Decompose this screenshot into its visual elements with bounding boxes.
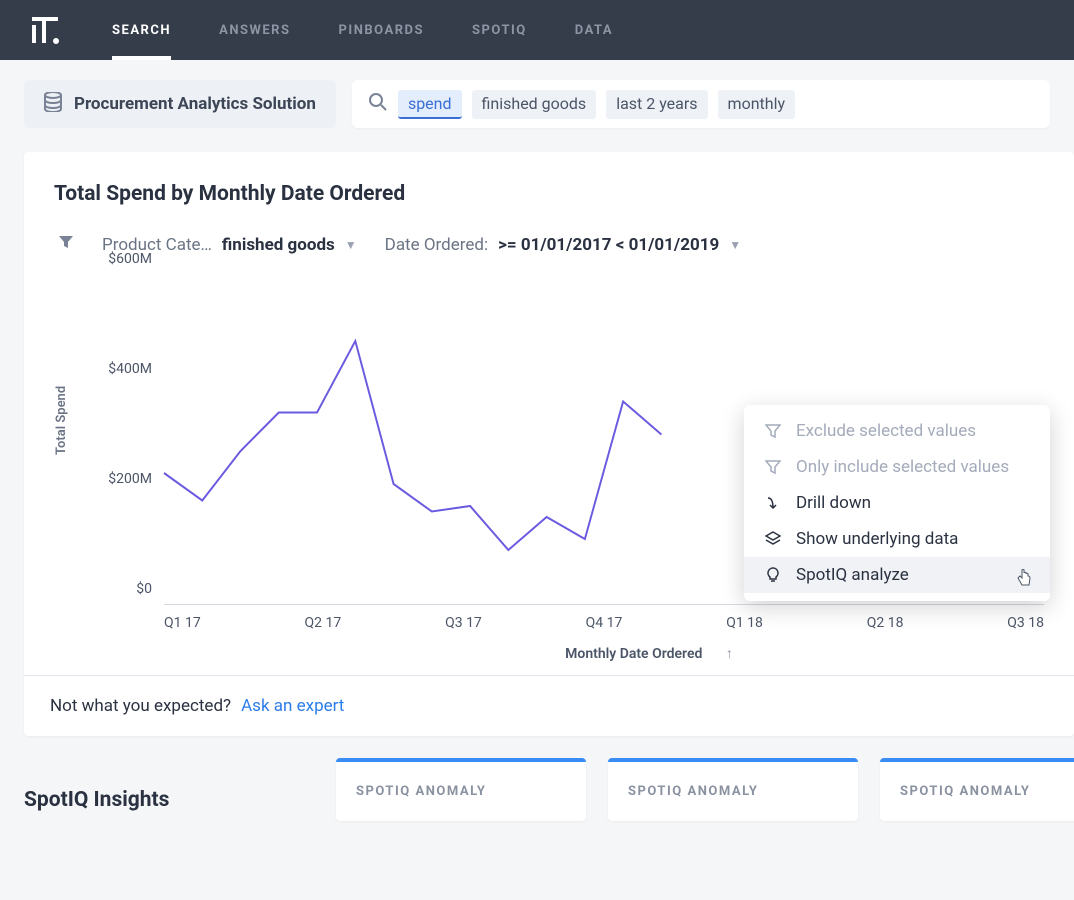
menu-item-label: Show underlying data bbox=[796, 529, 958, 549]
ask-expert-text: Not what you expected? bbox=[50, 696, 231, 716]
chevron-down-icon: ▼ bbox=[345, 238, 357, 252]
insights-title: SpotIQ Insights bbox=[24, 758, 314, 812]
nav-pinboards[interactable]: PINBOARDS bbox=[339, 0, 425, 60]
insight-cards: SPOTIQ ANOMALY SPOTIQ ANOMALY SPOTIQ ANOMA… bbox=[336, 758, 1074, 821]
filter-date-label: Date Ordered: bbox=[385, 235, 488, 255]
x-tick: Q2 18 bbox=[867, 615, 904, 631]
x-tick: Q2 17 bbox=[305, 615, 342, 631]
x-ticks: Q1 17 Q2 17 Q3 17 Q4 17 Q1 18 Q2 18 Q3 18 bbox=[164, 605, 1044, 641]
x-axis-label: Monthly Date Ordered ↑ bbox=[254, 641, 1044, 662]
chevron-down-icon: ▼ bbox=[729, 238, 741, 252]
filter-icon[interactable] bbox=[58, 234, 74, 255]
menu-item-show-underlying-data[interactable]: Show underlying data bbox=[744, 521, 1050, 557]
ask-expert-link[interactable]: Ask an expert bbox=[241, 696, 344, 716]
bulb-icon bbox=[764, 567, 782, 583]
x-tick: Q3 17 bbox=[445, 615, 482, 631]
logo-icon bbox=[28, 13, 62, 47]
logo[interactable] bbox=[28, 13, 62, 47]
search-chip[interactable]: last 2 years bbox=[606, 90, 707, 119]
menu-item-exclude-selected-values: Exclude selected values bbox=[744, 413, 1050, 449]
y-tick: $400M bbox=[108, 361, 164, 377]
x-tick: Q1 17 bbox=[164, 615, 201, 631]
insight-card[interactable]: SPOTIQ ANOMALY bbox=[880, 758, 1074, 821]
menu-item-label: Drill down bbox=[796, 493, 871, 513]
nav-search[interactable]: SEARCH bbox=[112, 0, 171, 60]
x-tick: Q3 18 bbox=[1007, 615, 1044, 631]
context-menu: Exclude selected values Only include sele… bbox=[744, 405, 1050, 601]
search-chip[interactable]: spend bbox=[398, 90, 462, 119]
y-axis-label: Total Spend bbox=[54, 386, 69, 455]
filter-off-icon bbox=[764, 423, 782, 439]
nav-items: SEARCH ANSWERS PINBOARDS SPOTIQ DATA bbox=[112, 0, 613, 60]
filter-category-value: finished goods bbox=[222, 235, 335, 255]
chart-title: Total Spend by Monthly Date Ordered bbox=[24, 152, 1074, 206]
y-tick: $200M bbox=[108, 471, 164, 487]
menu-item-label: Only include selected values bbox=[796, 457, 1009, 477]
y-tick: $600M bbox=[108, 251, 164, 267]
filter-row: Product Cate… finished goods ▼ Date Orde… bbox=[24, 206, 1074, 255]
menu-item-drill-down[interactable]: Drill down bbox=[744, 485, 1050, 521]
layers-icon bbox=[764, 531, 782, 547]
insight-card[interactable]: SPOTIQ ANOMALY bbox=[336, 758, 586, 821]
ask-expert-bar: Not what you expected? Ask an expert bbox=[24, 675, 1074, 736]
menu-item-only-include-selected-values: Only include selected values bbox=[744, 449, 1050, 485]
search-box[interactable]: spend finished goods last 2 years monthly bbox=[352, 80, 1050, 128]
sort-arrow-icon[interactable]: ↑ bbox=[726, 646, 733, 662]
search-row: Procurement Analytics Solution spend fini… bbox=[0, 60, 1074, 128]
data-source-chip[interactable]: Procurement Analytics Solution bbox=[24, 80, 336, 128]
menu-item-spotiq-analyze[interactable]: SpotIQ analyze bbox=[744, 557, 1050, 593]
nav-spotiq[interactable]: SPOTIQ bbox=[472, 0, 527, 60]
filter-on-icon bbox=[764, 459, 782, 475]
y-tick: $0 bbox=[136, 581, 164, 597]
x-tick: Q1 18 bbox=[726, 615, 763, 631]
search-chip[interactable]: finished goods bbox=[472, 90, 597, 119]
menu-item-label: Exclude selected values bbox=[796, 421, 976, 441]
cursor-icon bbox=[1016, 569, 1032, 591]
nav-answers[interactable]: ANSWERS bbox=[219, 0, 290, 60]
insights-section: SpotIQ Insights SPOTIQ ANOMALYSPOTIQ ANO… bbox=[0, 736, 1074, 821]
drill-icon bbox=[764, 495, 782, 511]
top-nav: SEARCH ANSWERS PINBOARDS SPOTIQ DATA bbox=[0, 0, 1074, 60]
filter-date-value: >= 01/01/2017 < 01/01/2019 bbox=[498, 235, 719, 255]
database-icon bbox=[44, 92, 62, 116]
menu-item-label: SpotIQ analyze bbox=[796, 565, 909, 585]
search-chip[interactable]: monthly bbox=[718, 90, 796, 119]
nav-data[interactable]: DATA bbox=[575, 0, 613, 60]
x-tick: Q4 17 bbox=[586, 615, 623, 631]
search-icon bbox=[368, 92, 388, 116]
search-chips: spend finished goods last 2 years monthly bbox=[398, 90, 795, 119]
filter-date[interactable]: Date Ordered: >= 01/01/2017 < 01/01/2019… bbox=[385, 235, 741, 255]
data-source-label: Procurement Analytics Solution bbox=[74, 94, 316, 114]
insight-card[interactable]: SPOTIQ ANOMALY bbox=[608, 758, 858, 821]
